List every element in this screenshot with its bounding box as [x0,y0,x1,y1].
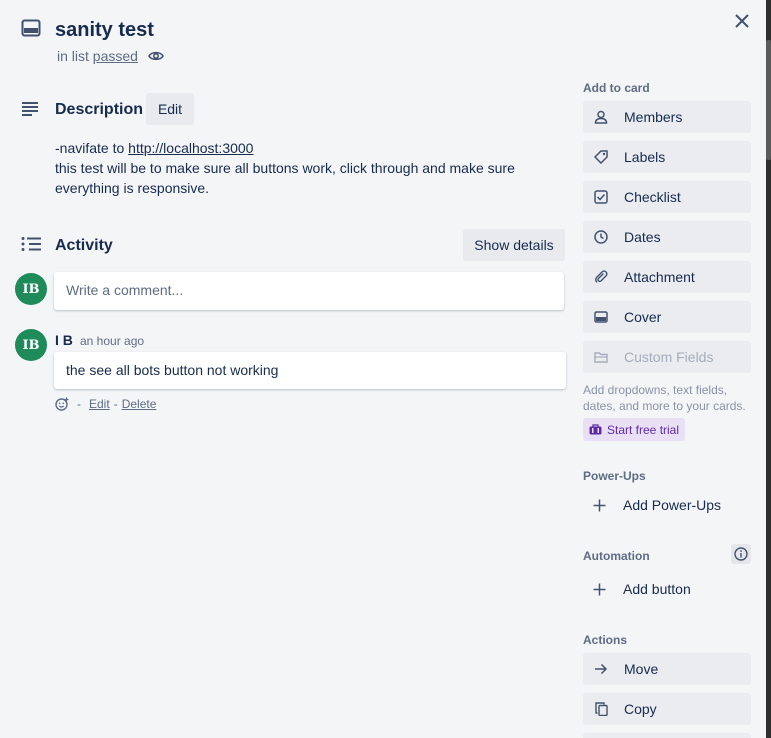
add-reaction-icon[interactable] [55,397,69,411]
tag-icon [593,149,609,165]
close-icon[interactable] [728,7,756,35]
arrow-right-icon [593,661,609,677]
plus-icon [591,581,607,597]
in-list-text: in list passed [57,47,138,65]
add-powerups-label: Add Power-Ups [623,497,722,513]
start-free-trial-label: Start free trial [607,422,680,437]
add-to-card-heading: Add to card [583,81,650,95]
comment-delete-link[interactable]: Delete [122,397,157,411]
clock-icon [593,229,609,245]
comment-separator-2: - [113,397,118,411]
cover-button[interactable]: Cover [583,301,751,333]
custom-fields-hint: Add dropdowns, text fields, dates, and m… [583,383,746,413]
copy-label: Copy [624,701,657,717]
comment-author[interactable]: I B [55,332,73,348]
card-detail-modal: sanity test in list passed Description E… [0,0,766,738]
move-button[interactable]: Move [583,653,751,685]
description-text[interactable]: -navifate to http://localhost:3000 this … [55,138,555,198]
move-label: Move [624,661,659,677]
description-icon [20,100,40,118]
info-icon[interactable] [731,544,751,564]
description-link[interactable]: http://localhost:3000 [128,140,253,156]
scrollbar[interactable] [766,0,771,738]
comment-edit-link[interactable]: Edit [89,397,110,411]
description-edit-button[interactable]: Edit [146,93,194,125]
checklist-label: Checklist [624,189,681,205]
members-label: Members [624,109,683,125]
custom-fields-label: Custom Fields [624,349,714,365]
comment-actions: - Edit - Delete [55,397,156,411]
card-title[interactable]: sanity test [55,16,154,44]
comment-separator: - [77,397,81,411]
powerups-heading: Power-Ups [583,469,646,483]
comment-text: the see all bots button not working [54,352,566,389]
card-cover-icon [593,309,609,325]
cover-label: Cover [624,309,662,325]
folder-icon [593,349,609,365]
add-button-button[interactable]: Add button [583,573,751,605]
dates-button[interactable]: Dates [583,221,751,253]
dates-label: Dates [624,229,661,245]
copy-button[interactable]: Copy [583,693,751,725]
description-line2: this test will be to make sure all butto… [55,160,515,196]
attachment-button[interactable]: Attachment [583,261,751,293]
comment-avatar[interactable]: IB [15,329,47,361]
comment-input[interactable]: Write a comment... [54,272,564,310]
briefcase-icon [589,424,602,435]
automation-heading: Automation [583,549,650,563]
start-free-trial-button[interactable]: Start free trial [583,418,686,441]
paperclip-icon [593,269,609,285]
avatar[interactable]: IB [15,273,47,305]
person-icon [593,109,609,125]
scrollbar-thumb[interactable] [766,40,771,160]
activity-heading: Activity [55,237,113,254]
description-heading: Description [55,101,144,118]
activity-icon [20,235,42,253]
add-button-label: Add button [623,581,691,597]
add-powerups-button[interactable]: Add Power-Ups [583,489,751,521]
checkbox-icon [593,189,609,205]
plus-icon [591,497,607,513]
labels-button[interactable]: Labels [583,141,751,173]
list-name-link[interactable]: passed [93,48,138,64]
show-details-button[interactable]: Show details [463,229,565,261]
custom-fields-button[interactable]: Custom Fields [583,341,751,373]
labels-label: Labels [624,149,666,165]
actions-heading: Actions [583,633,628,647]
members-button[interactable]: Members [583,101,751,133]
copy-icon [593,701,609,717]
attachment-label: Attachment [624,269,695,285]
comment-timestamp[interactable]: an hour ago [80,334,144,348]
card-icon [20,18,42,38]
in-list-prefix: in list [57,48,89,64]
eye-icon[interactable] [146,46,166,66]
more-actions-button[interactable] [583,733,751,738]
description-line1-prefix: -navifate to [55,140,129,156]
checklist-button[interactable]: Checklist [583,181,751,213]
